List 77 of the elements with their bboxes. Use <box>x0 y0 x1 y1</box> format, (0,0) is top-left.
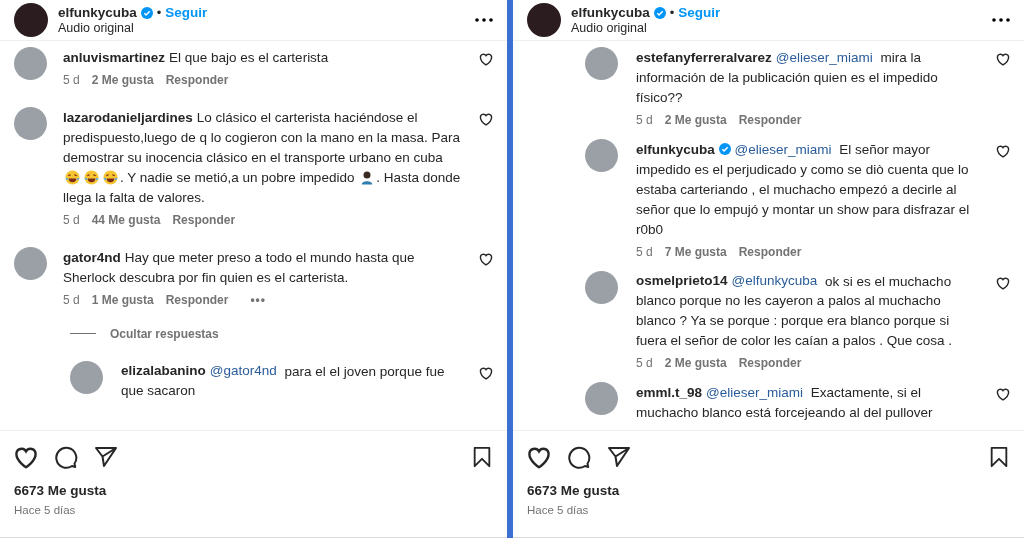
avatar[interactable] <box>14 47 47 80</box>
more-icon[interactable] <box>475 18 493 22</box>
heart-icon[interactable] <box>479 251 493 266</box>
hide-replies-button[interactable]: Ocultar respuestas <box>110 326 219 341</box>
comment-age: 5 d <box>636 112 653 127</box>
bookmark-icon[interactable] <box>471 445 493 469</box>
comment-age: 5 d <box>636 356 653 371</box>
mention-link[interactable]: @elieser_miami <box>706 385 804 401</box>
comment-likes[interactable]: 7 Me gusta <box>664 244 727 259</box>
separator-dot: • <box>669 5 675 20</box>
send-icon[interactable] <box>94 445 118 469</box>
laughing-face-icon <box>103 169 118 185</box>
follow-link[interactable]: Seguir <box>678 5 721 20</box>
comment-icon[interactable] <box>54 445 78 469</box>
reply-button[interactable]: Responder <box>165 292 229 307</box>
comment-likes[interactable]: 2 Me gusta <box>91 72 154 87</box>
mention-link[interactable]: @elieser_miami <box>734 141 832 157</box>
follow-link[interactable]: Seguir <box>165 5 208 20</box>
comment-likes[interactable]: 44 Me gusta <box>91 212 161 227</box>
comment-text: elfunkycuba @elieser_miami El señor mayor impedido es el perjudicado y como se diò cuenta que lo estaba carteriando , el muchacho empezó a decirle al señor que lo empujó y montar un show para disfrazar el r0b0 <box>636 140 971 239</box>
header-username[interactable]: elfunkycuba <box>58 5 137 20</box>
heart-icon[interactable] <box>996 143 1010 158</box>
avatar[interactable] <box>585 270 618 304</box>
comment-age: 5 d <box>63 292 80 307</box>
heart-icon[interactable] <box>479 111 493 126</box>
avatar[interactable] <box>14 246 47 280</box>
comment-text: elizalabanino @gator4nd para el el joven porque fue que sacaron <box>121 362 446 401</box>
mention-link[interactable]: @elieser_miami <box>775 49 873 65</box>
profile-avatar[interactable] <box>527 3 561 37</box>
reply-button[interactable]: Responder <box>738 356 802 371</box>
comment-text: lazarodanieljardines Lo clásico el carterista haciéndose el predispuesto,luego de q lo cogieron con la mano en la masa. Para demostrar su inocencia clásico en el transporte urbano en cuba . Y nadie se metió,a un pobre impedido . Hasta donde llega la falta de valores. <box>63 108 462 207</box>
avatar[interactable] <box>14 106 47 140</box>
reply-button[interactable]: Responder <box>172 212 236 227</box>
heart-icon[interactable] <box>996 387 1010 402</box>
comment-age: 5 d <box>63 72 80 87</box>
heart-icon[interactable] <box>996 52 1010 66</box>
audio-label[interactable]: Audio original <box>571 21 982 35</box>
send-icon[interactable] <box>607 445 631 469</box>
person-icon <box>360 169 375 185</box>
profile-avatar[interactable] <box>14 3 48 37</box>
comment-text: gator4nd Hay que meter preso a todo el mundo hasta que Sherlock descubra por fin quien es el carterista. <box>63 248 416 287</box>
post-date: Hace 5 días <box>527 504 590 516</box>
comment-text: estefanyferreralvarez @elieser_miami mira la información de la publicación quien es el impedido físico?? <box>636 48 939 107</box>
comment-age: 5 d <box>636 244 653 259</box>
mention-link[interactable]: @elfunkycuba <box>731 273 818 289</box>
comment-text: emml.t_98 @elieser_miami Exactamente, si el muchacho blanco está forcejeando al del pullover <box>636 384 934 423</box>
likes-count[interactable]: 6673 Me gusta <box>527 483 1010 498</box>
comment-text: osmelprieto14 @elfunkycuba ok si es el muchacho blanco porque no les cayeron a palos al muchacho blanco ? Ya se porque : porque era blanco porque si fuera el señor de color les caían a palos . Que cosa . <box>636 272 953 351</box>
header-username[interactable]: elfunkycuba <box>571 5 650 20</box>
bookmark-icon[interactable] <box>988 445 1010 469</box>
more-options-button[interactable]: ••• <box>240 292 266 307</box>
more-icon[interactable] <box>992 18 1010 22</box>
heart-icon[interactable] <box>479 52 493 66</box>
heart-icon[interactable] <box>14 445 38 469</box>
post-date: Hace 5 días <box>14 504 77 516</box>
heart-icon[interactable] <box>527 445 551 469</box>
reply-button[interactable]: Responder <box>165 72 229 87</box>
comment-text: anluvismartinez El que bajo es el carterista <box>63 48 330 67</box>
reply-button[interactable]: Responder <box>738 112 802 127</box>
reply-button[interactable]: Responder <box>738 244 802 259</box>
separator-dot: • <box>156 5 162 20</box>
comment-likes[interactable]: 2 Me gusta <box>664 112 727 127</box>
laughing-face-icon <box>65 169 80 185</box>
avatar[interactable] <box>585 47 618 80</box>
avatar[interactable] <box>70 360 103 394</box>
avatar[interactable] <box>585 382 618 416</box>
comment-likes[interactable]: 1 Me gusta <box>91 292 154 307</box>
avatar[interactable] <box>585 138 618 172</box>
mention-link[interactable]: @gator4nd <box>209 363 277 379</box>
comment-age: 5 d <box>63 212 80 227</box>
laughing-face-icon <box>84 169 99 185</box>
heart-icon[interactable] <box>479 365 493 380</box>
comment-icon[interactable] <box>567 445 591 469</box>
comment-likes[interactable]: 2 Me gusta <box>664 356 727 371</box>
likes-count[interactable]: 6673 Me gusta <box>14 483 493 498</box>
audio-label[interactable]: Audio original <box>58 21 465 35</box>
heart-icon[interactable] <box>996 275 1010 290</box>
